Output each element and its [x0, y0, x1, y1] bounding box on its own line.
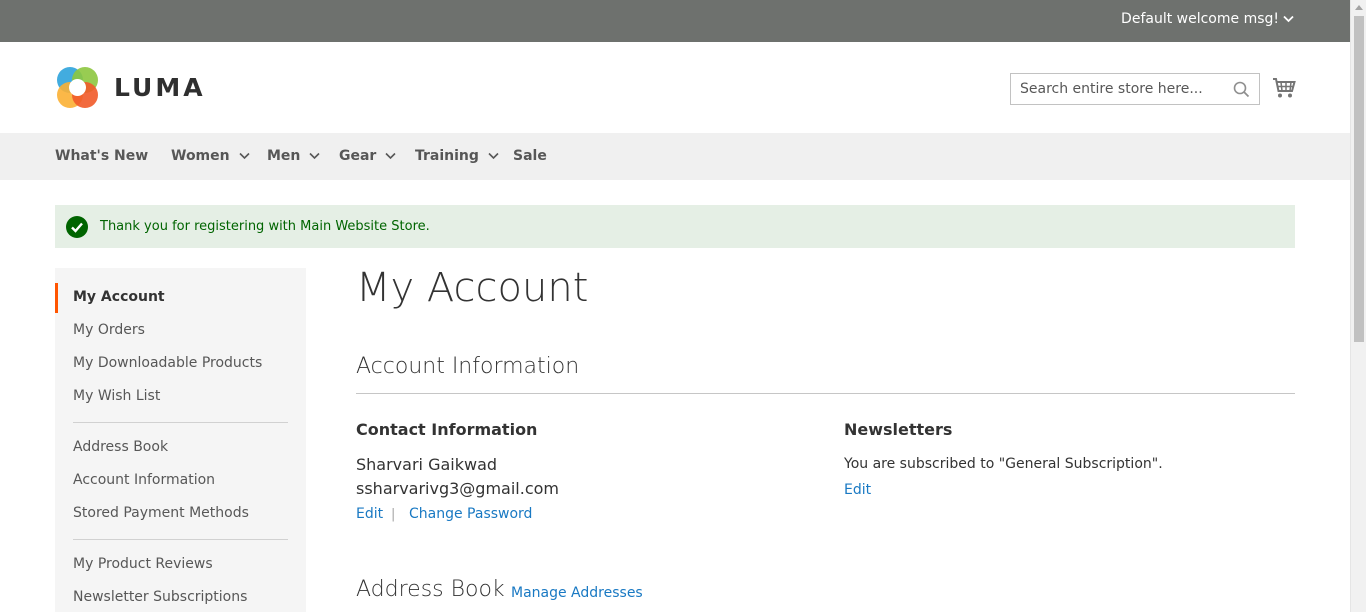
edit-newsletter-link[interactable]: Edit — [844, 482, 871, 498]
sidebar-divider — [73, 422, 288, 423]
nav-item-gear[interactable]: Gear — [339, 148, 396, 164]
nav-item-label: Women — [171, 148, 230, 164]
section-divider — [356, 393, 1295, 394]
nav-item-label: Gear — [339, 148, 377, 164]
chevron-down-icon — [1283, 15, 1294, 23]
cart-icon — [1273, 78, 1296, 98]
current-item-marker — [55, 283, 58, 313]
nav-item-whats-new[interactable]: What's New — [55, 148, 148, 164]
top-bar: Default welcome msg! — [0, 0, 1350, 42]
sidebar-item-stored-payment-methods[interactable]: Stored Payment Methods — [73, 505, 249, 521]
logo-text: LUMA — [114, 73, 206, 102]
nav-item-label: Sale — [513, 148, 547, 164]
nav-item-label: Training — [415, 148, 479, 164]
sidebar-item-my-downloadable-products[interactable]: My Downloadable Products — [73, 355, 262, 371]
manage-addresses-link[interactable]: Manage Addresses — [511, 585, 643, 601]
account-information-title: Account Information — [356, 354, 580, 379]
newsletter-status: You are subscribed to "General Subscript… — [844, 456, 1163, 472]
sidebar-item-my-account: My Account — [73, 289, 165, 305]
search-button[interactable] — [1233, 81, 1250, 102]
account-sidebar: My Account My Orders My Downloadable Pro… — [55, 268, 306, 612]
logo[interactable]: LUMA — [55, 65, 206, 110]
main-navigation: What's New Women Men Gear Training Sale — [0, 133, 1350, 180]
success-message: Thank you for registering with Main Webs… — [55, 205, 1295, 248]
chevron-down-icon — [488, 152, 499, 160]
sidebar-item-newsletter-subscriptions[interactable]: Newsletter Subscriptions — [73, 589, 247, 605]
nav-item-label: Men — [267, 148, 301, 164]
success-message-text: Thank you for registering with Main Webs… — [100, 219, 430, 234]
page-scrollbar[interactable] — [1350, 0, 1366, 612]
newsletters-title: Newsletters — [844, 420, 953, 439]
edit-contact-link[interactable]: Edit — [356, 506, 383, 522]
chevron-down-icon — [385, 152, 396, 160]
scroll-up-arrow-icon[interactable] — [1355, 5, 1363, 10]
sidebar-item-my-orders[interactable]: My Orders — [73, 322, 145, 338]
sidebar-item-my-product-reviews[interactable]: My Product Reviews — [73, 556, 213, 572]
address-book-title: Address Book — [356, 577, 505, 602]
welcome-message: Default welcome msg! — [1121, 11, 1279, 27]
sidebar-divider — [73, 539, 288, 540]
nav-item-sale[interactable]: Sale — [513, 148, 547, 164]
welcome-switcher[interactable]: Default welcome msg! — [1121, 11, 1294, 27]
scrollbar-thumb[interactable] — [1354, 16, 1364, 342]
customer-email: ssharvarivg3@gmail.com — [356, 479, 559, 498]
search-icon — [1233, 81, 1250, 98]
nav-item-training[interactable]: Training — [415, 148, 499, 164]
sidebar-item-my-wish-list[interactable]: My Wish List — [73, 388, 160, 404]
page-title: My Account — [356, 265, 589, 311]
chevron-down-icon — [239, 152, 250, 160]
sidebar-item-address-book[interactable]: Address Book — [73, 439, 168, 455]
search-box — [1010, 73, 1260, 105]
nav-item-men[interactable]: Men — [267, 148, 320, 164]
link-separator: | — [391, 507, 396, 522]
sidebar-item-account-information[interactable]: Account Information — [73, 472, 215, 488]
checkmark-icon — [66, 215, 88, 238]
chevron-down-icon — [309, 152, 320, 160]
search-input[interactable] — [1011, 74, 1221, 104]
change-password-link[interactable]: Change Password — [409, 506, 532, 522]
nav-item-women[interactable]: Women — [171, 148, 250, 164]
luma-logo-icon — [57, 67, 98, 108]
minicart-button[interactable] — [1272, 77, 1296, 103]
nav-item-label: What's New — [55, 148, 149, 164]
customer-name: Sharvari Gaikwad — [356, 455, 498, 474]
contact-information-title: Contact Information — [356, 420, 538, 439]
